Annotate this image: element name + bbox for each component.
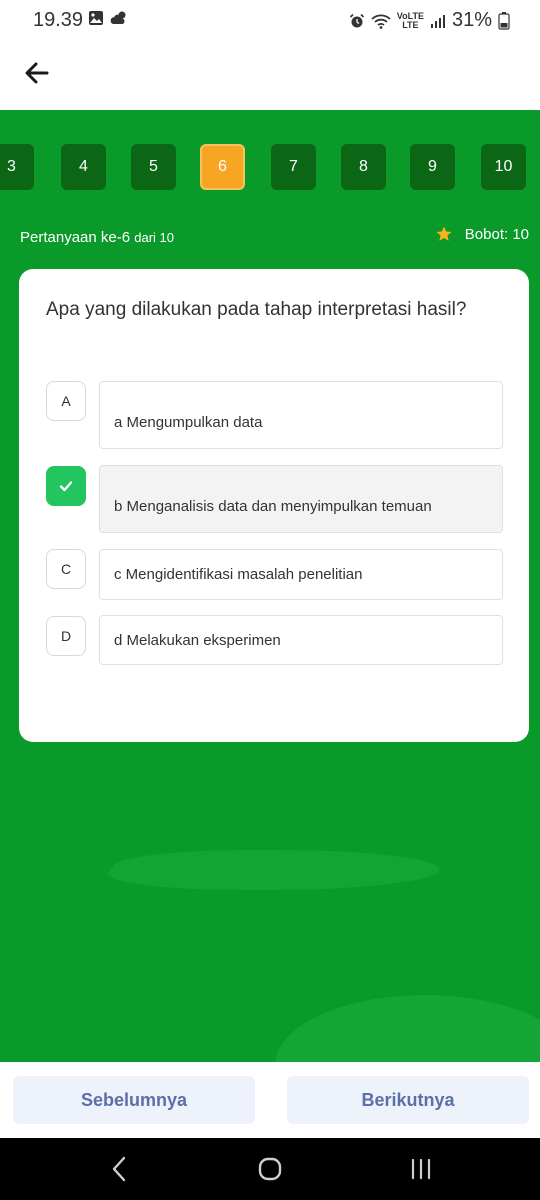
back-button[interactable]: [22, 58, 52, 88]
option-a-badge[interactable]: A: [46, 381, 86, 421]
lte-label: LTE: [402, 19, 419, 30]
weather-icon: [110, 11, 126, 24]
check-icon: [59, 481, 73, 492]
option-b[interactable]: b Menganalisis data dan menyimpulkan tem…: [99, 465, 503, 533]
question-number-10[interactable]: 10: [481, 144, 526, 190]
battery-percent: 31%: [451, 9, 492, 31]
option-a[interactable]: a Mengumpulkan data: [99, 381, 503, 449]
question-number-4[interactable]: 4: [61, 144, 106, 190]
decorative-shape: [93, 850, 457, 890]
decorative-shape: [275, 995, 540, 1062]
question-number-6-active[interactable]: 6: [200, 144, 245, 190]
question-number-8[interactable]: 8: [341, 144, 386, 190]
status-time: 19.39: [33, 9, 84, 31]
status-left-icons: [88, 10, 128, 26]
status-right: VoLTE LTE 31%: [349, 9, 510, 32]
question-number-5[interactable]: 5: [131, 144, 176, 190]
system-back-icon[interactable]: [108, 1154, 130, 1184]
question-weight: Bobot: 10: [435, 225, 529, 243]
arrow-left-icon: [25, 62, 49, 84]
option-b-badge[interactable]: [46, 466, 86, 506]
bottom-navigation: Sebelumnya Berikutnya: [0, 1062, 540, 1138]
signal-icon: [430, 14, 445, 28]
status-bar: 19.39 VoLTE LTE 31%: [0, 0, 540, 40]
option-c[interactable]: c Mengidentifikasi masalah penelitian: [99, 549, 503, 600]
system-home-icon[interactable]: [257, 1154, 283, 1184]
star-icon: [436, 226, 452, 241]
option-d-badge[interactable]: D: [46, 616, 86, 656]
system-recents-icon[interactable]: [408, 1154, 434, 1184]
system-navigation-bar: [0, 1138, 540, 1200]
app-header: [0, 40, 540, 110]
wifi-icon: [371, 14, 391, 29]
image-icon: [89, 11, 103, 25]
previous-button[interactable]: Sebelumnya: [13, 1076, 255, 1124]
question-total: dari 10: [134, 230, 174, 245]
question-label: Pertanyaan ke-6: [20, 229, 131, 246]
question-number-7[interactable]: 7: [271, 144, 316, 190]
next-button[interactable]: Berikutnya: [287, 1076, 529, 1124]
option-c-badge[interactable]: C: [46, 549, 86, 589]
question-text: Apa yang dilakukan pada tahap interpreta…: [46, 299, 467, 320]
question-number-3[interactable]: 3: [0, 144, 34, 190]
network-indicator: VoLTE LTE: [397, 11, 424, 30]
question-number-9[interactable]: 9: [410, 144, 455, 190]
option-d[interactable]: d Melakukan eksperimen: [99, 615, 503, 665]
question-card: Apa yang dilakukan pada tahap interpreta…: [19, 269, 529, 742]
alarm-icon: [349, 13, 364, 27]
battery-icon: [498, 11, 510, 30]
question-counter: Pertanyaan ke-6 dari 10: [20, 229, 174, 246]
weight-label: Bobot: 10: [464, 225, 529, 243]
